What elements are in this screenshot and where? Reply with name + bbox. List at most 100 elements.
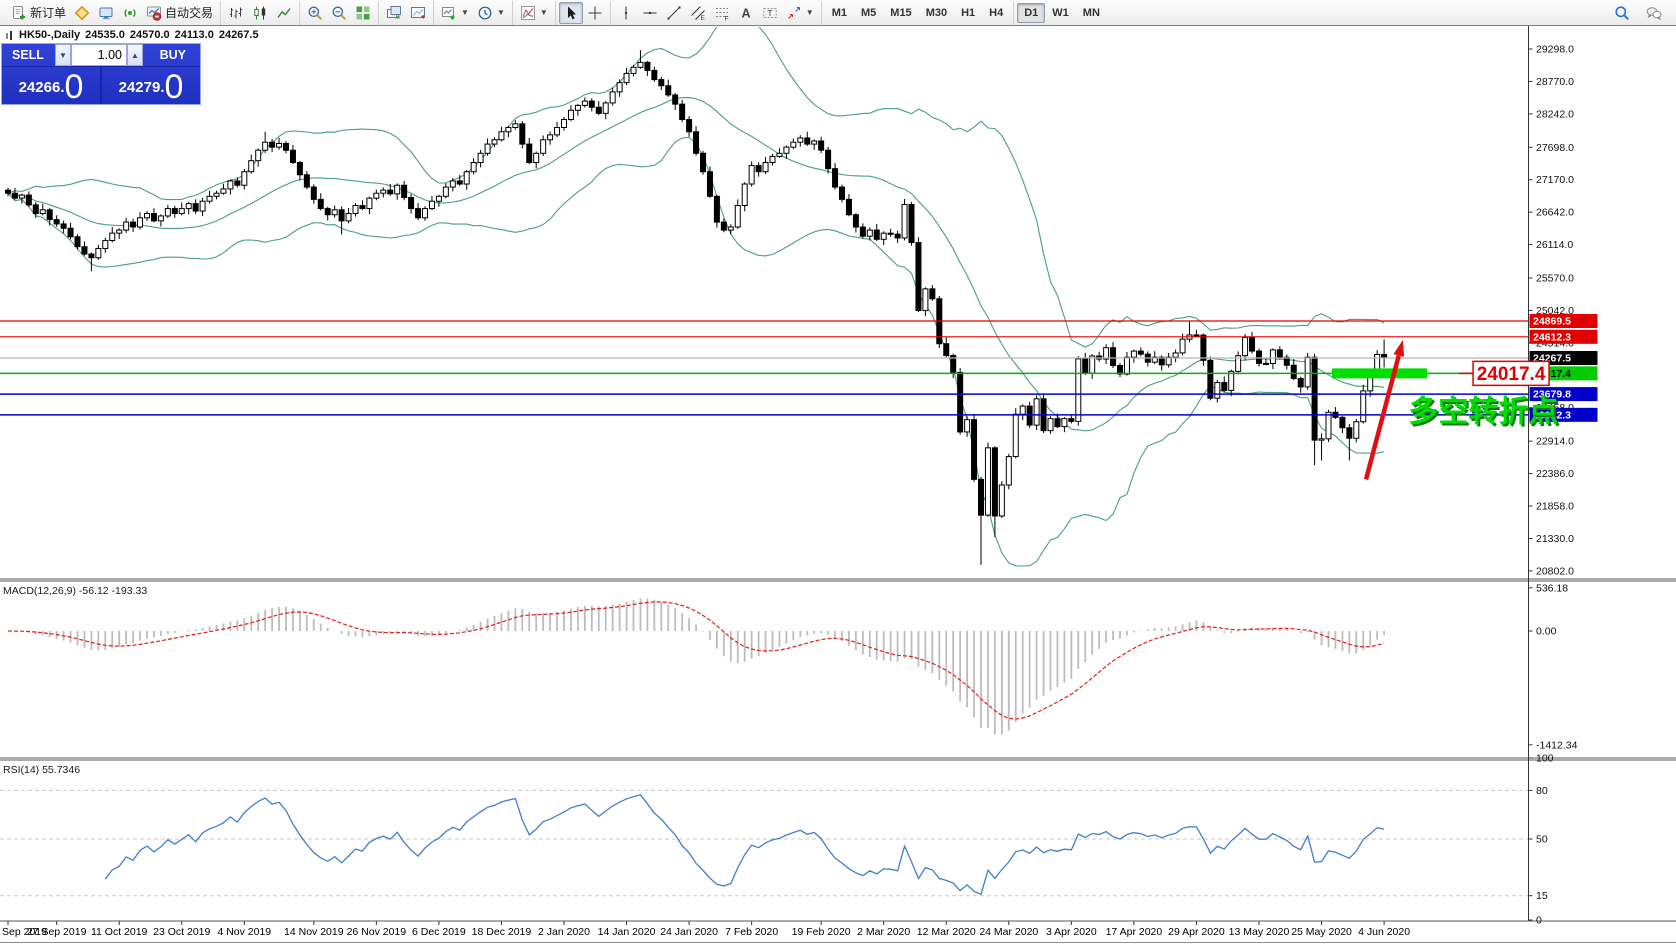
crosshair-button[interactable] [583,2,607,24]
timeframe-mn[interactable]: MN [1076,3,1107,23]
price-callout-text: 24017.4 [1477,364,1546,385]
timeframe-h1[interactable]: H1 [954,3,982,23]
chart-title: HK50-,Daily 24535.0 24570.0 24113.0 2426… [5,29,259,41]
svg-text:26114.0: 26114.0 [1536,239,1573,251]
channel-icon: E [690,5,706,21]
svg-text:-1412.34: -1412.34 [1536,739,1578,751]
svg-text:28770.0: 28770.0 [1536,76,1574,88]
timeframe-w1[interactable]: W1 [1045,3,1076,23]
buy-button[interactable]: BUY [143,44,200,66]
svg-text:23 Oct 2019: 23 Oct 2019 [153,926,210,938]
svg-text:21858.0: 21858.0 [1536,501,1574,513]
cn-annotation-text[interactable]: 多空转折点 [1408,396,1558,429]
sell-price-big-digit: 0 [64,71,83,103]
cascade-windows-button[interactable] [382,2,406,24]
arrows-icon [786,5,802,21]
svg-text:24 Mar 2020: 24 Mar 2020 [979,926,1038,938]
svg-text:29298.0: 29298.0 [1536,44,1574,56]
ohlc-open: 24535.0 [85,29,125,41]
svg-text:80: 80 [1536,785,1548,797]
bars-icon [228,5,244,21]
timeframe-h4[interactable]: H4 [982,3,1010,23]
timeframe-d1[interactable]: D1 [1017,3,1045,23]
svg-text:536.18: 536.18 [1536,582,1568,594]
autotrading-button[interactable]: 自动交易 [142,2,217,24]
chat-button[interactable] [1642,2,1666,24]
tile-windows-button[interactable] [351,2,375,24]
svg-text:100: 100 [1536,753,1554,765]
symbol-period-label: HK50-,Daily [19,29,80,41]
text-label-button[interactable]: T [758,2,782,24]
svg-text:4 Jun 2020: 4 Jun 2020 [1358,926,1410,938]
svg-text:A: A [741,6,750,20]
toolbar-group [220,1,299,25]
candlestick-chart-button[interactable] [248,2,272,24]
cursor-button[interactable] [559,2,583,24]
svg-text:24869.5: 24869.5 [1533,316,1571,328]
arrange-icon [410,5,426,21]
zoom-out-button[interactable] [327,2,351,24]
virtual-hosting-button[interactable] [94,2,118,24]
new-order-button-label: 新订单 [30,4,66,21]
line-chart-button[interactable] [272,2,296,24]
svg-text:13 May 2020: 13 May 2020 [1229,926,1290,938]
timeframe-m30[interactable]: M30 [919,3,954,23]
zoom-in-button[interactable] [303,2,327,24]
chat-icon [1646,5,1662,21]
profiles-button[interactable]: ▼ [473,2,509,24]
vertical-line-button[interactable] [614,2,638,24]
svg-text:19 Feb 2020: 19 Feb 2020 [792,926,851,938]
buy-price[interactable]: 24279.0 [102,67,200,104]
linechart-icon [276,5,292,21]
chevron-down-icon: ▼ [497,8,505,17]
svg-text:24612.3: 24612.3 [1533,331,1571,343]
chart-canvas[interactable]: 29298.028770.028242.027698.027170.026642… [0,26,1676,944]
autotrading-button-label: 自动交易 [165,4,213,21]
fibonacci-button[interactable]: F [710,2,734,24]
text-icon: A [738,5,754,21]
support-zone-rectangle[interactable] [1332,368,1427,378]
tile-icon [355,5,371,21]
chevron-down-icon: ▼ [540,8,548,17]
volume-input[interactable] [71,44,127,66]
new-chart-button[interactable]: ▼ [437,2,473,24]
indicators-icon [520,5,536,21]
timeframe-m5[interactable]: M5 [854,3,883,23]
new-order-button[interactable]: 新订单 [7,2,70,24]
sell-price[interactable]: 24266.0 [2,67,102,104]
svg-text:E: E [700,15,705,21]
volume-increase-button[interactable]: ▲ [127,44,143,66]
chevron-down-icon: ▼ [806,8,814,17]
market-watch-button[interactable] [70,2,94,24]
timeframe-m1[interactable]: M1 [825,3,854,23]
new-chart-icon [441,5,457,21]
svg-text:22386.0: 22386.0 [1536,468,1574,480]
trendline-button[interactable] [662,2,686,24]
horizontal-line-button[interactable] [638,2,662,24]
indicators-button[interactable]: ▼ [516,2,552,24]
svg-text:0: 0 [1536,915,1542,927]
channel-button[interactable]: E [686,2,710,24]
svg-text:15: 15 [1536,890,1548,902]
svg-text:17 Apr 2020: 17 Apr 2020 [1106,926,1163,938]
sell-button[interactable]: SELL [2,44,55,66]
volume-decrease-button[interactable]: ▼ [55,44,71,66]
svg-text:6 Dec 2019: 6 Dec 2019 [412,926,466,938]
arrows-button[interactable]: ▼ [782,2,818,24]
fibo-icon: F [714,5,730,21]
market-icon [74,5,90,21]
bar-chart-button[interactable] [224,2,248,24]
chart-window: 29298.028770.028242.027698.027170.026642… [0,26,1676,944]
svg-text:26 Nov 2019: 26 Nov 2019 [347,926,407,938]
text-button[interactable]: A [734,2,758,24]
timeframe-m15[interactable]: M15 [883,3,918,23]
signals-button[interactable] [118,2,142,24]
trend-icon [666,5,682,21]
ohlc-low: 24113.0 [175,29,214,41]
search-button[interactable] [1610,2,1634,24]
toolbar-group: E FAT ▼ [610,1,821,25]
pointer-icon [563,5,579,21]
arrange-windows-button[interactable] [406,2,430,24]
toolbar-group [378,1,433,25]
svg-text:24 Jan 2020: 24 Jan 2020 [660,926,718,938]
